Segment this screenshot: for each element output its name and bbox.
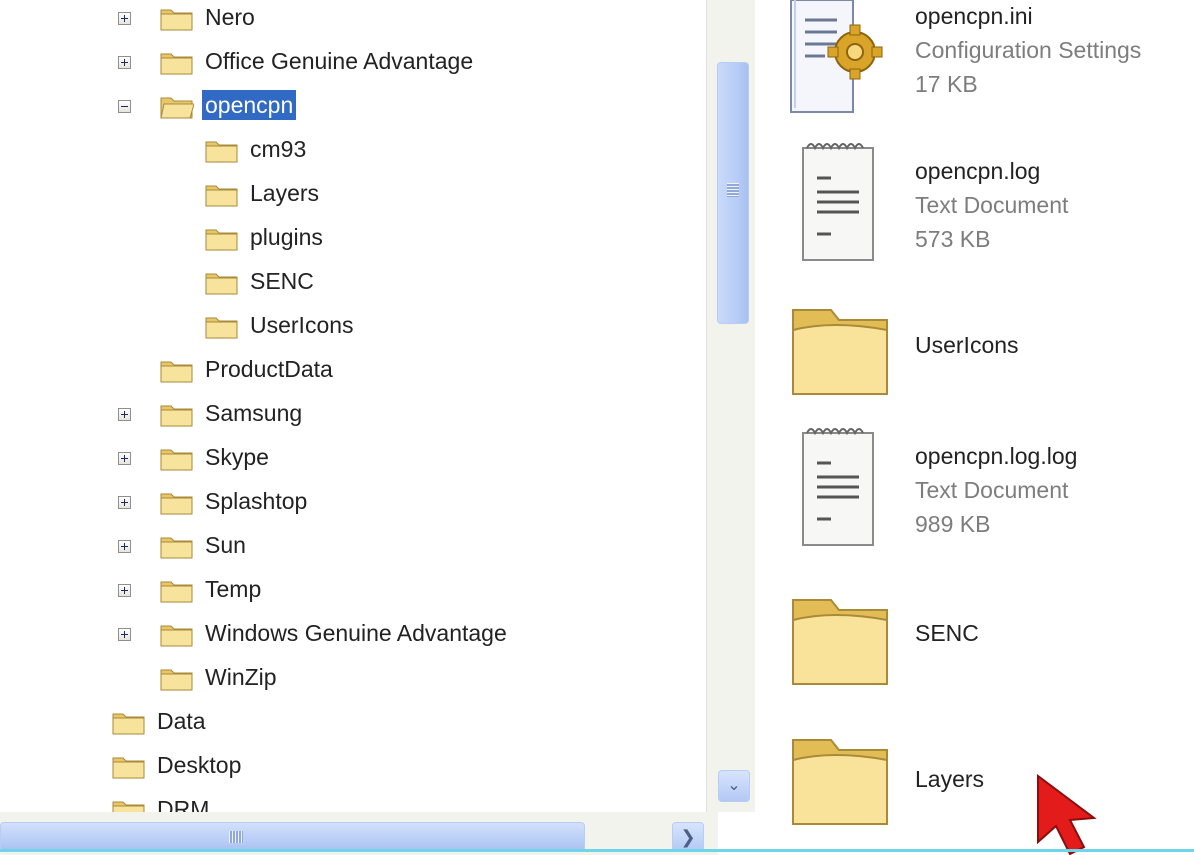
tree-item-splashtop[interactable]: Splashtop <box>202 486 310 516</box>
folder-icon <box>205 185 238 207</box>
horizontal-scroll-thumb[interactable] <box>0 822 585 852</box>
file-size: 17 KB <box>915 71 978 97</box>
tree-item-desktop[interactable]: Desktop <box>154 750 244 780</box>
vertical-scrollbar[interactable] <box>706 0 755 812</box>
expand-icon[interactable] <box>118 584 131 597</box>
expand-icon[interactable] <box>118 540 131 553</box>
file-name: SENC <box>915 620 979 646</box>
tree-item-winzip[interactable]: WinZip <box>202 662 280 692</box>
file-type: Text Document <box>915 477 1069 503</box>
expand-icon[interactable] <box>118 56 131 69</box>
folder-tree-pane[interactable]: Nero Office Genuine Advantage opencpn cm… <box>0 0 718 855</box>
tree-item-nero[interactable]: Nero <box>202 2 258 32</box>
folder-icon <box>160 493 193 515</box>
tree-item-usericons[interactable]: UserIcons <box>247 310 357 340</box>
scroll-right-button[interactable]: ❯ <box>672 822 704 852</box>
file-list-pane[interactable]: opencpn.ini Configuration Settings 17 KB… <box>755 0 1194 855</box>
tree-item-sun[interactable]: Sun <box>202 530 249 560</box>
folder-icon <box>792 739 888 825</box>
file-name: opencpn.ini <box>915 3 1033 29</box>
expand-icon[interactable] <box>118 452 131 465</box>
folder-icon <box>205 317 238 339</box>
tree-item-productdata[interactable]: ProductData <box>202 354 336 384</box>
folder-icon <box>160 669 193 691</box>
file-size: 989 KB <box>915 511 991 537</box>
folder-icon <box>205 141 238 163</box>
folder-icon <box>160 449 193 471</box>
folder-icon <box>160 537 193 559</box>
file-name: opencpn.log <box>915 158 1041 184</box>
folder-icon <box>112 757 145 779</box>
folder-icon <box>160 405 193 427</box>
expand-icon[interactable] <box>118 628 131 641</box>
folder-icon <box>160 53 193 75</box>
folder-icon <box>792 309 888 395</box>
open-folder-icon <box>160 97 194 119</box>
folder-icon <box>160 581 193 603</box>
folder-icon <box>160 361 193 383</box>
mouse-pointer-icon <box>1037 774 1097 855</box>
folder-icon <box>160 625 193 647</box>
folder-icon <box>160 9 193 31</box>
scroll-down-button[interactable]: ⌄ <box>718 770 750 802</box>
file-type: Text Document <box>915 192 1069 218</box>
chevron-down-icon: ⌄ <box>727 777 741 794</box>
config-settings-icon <box>790 0 883 113</box>
tree-item-office-genuine-advantage[interactable]: Office Genuine Advantage <box>202 46 476 76</box>
tree-item-windows-genuine-advantage[interactable]: Windows Genuine Advantage <box>202 618 510 648</box>
tree-item-layers[interactable]: Layers <box>247 178 322 208</box>
file-name: UserIcons <box>915 332 1019 358</box>
folder-icon <box>205 273 238 295</box>
vertical-scroll-thumb[interactable] <box>717 62 749 324</box>
tree-item-temp[interactable]: Temp <box>202 574 264 604</box>
tree-item-senc[interactable]: SENC <box>247 266 317 296</box>
file-size: 573 KB <box>915 226 991 252</box>
expand-icon[interactable] <box>118 496 131 509</box>
folder-icon <box>205 229 238 251</box>
text-document-icon <box>802 428 874 546</box>
window-bottom-border <box>0 849 1194 852</box>
tree-item-cm93[interactable]: cm93 <box>247 134 309 164</box>
collapse-icon[interactable] <box>118 100 131 113</box>
file-name: opencpn.log.log <box>915 443 1078 469</box>
tree-item-samsung[interactable]: Samsung <box>202 398 305 428</box>
file-type: Configuration Settings <box>915 37 1142 63</box>
expand-icon[interactable] <box>118 408 131 421</box>
folder-icon <box>792 599 888 685</box>
tree-item-opencpn[interactable]: opencpn <box>202 90 297 120</box>
text-document-icon <box>802 143 874 261</box>
grip-icon <box>229 831 243 843</box>
grip-icon <box>727 183 739 197</box>
file-name: Layers <box>915 766 985 792</box>
folder-icon <box>112 713 145 735</box>
tree-item-plugins[interactable]: plugins <box>247 222 326 252</box>
chevron-right-icon: ❯ <box>680 827 696 847</box>
tree-item-data[interactable]: Data <box>154 706 209 736</box>
tree-item-skype[interactable]: Skype <box>202 442 272 472</box>
expand-icon[interactable] <box>118 12 131 25</box>
